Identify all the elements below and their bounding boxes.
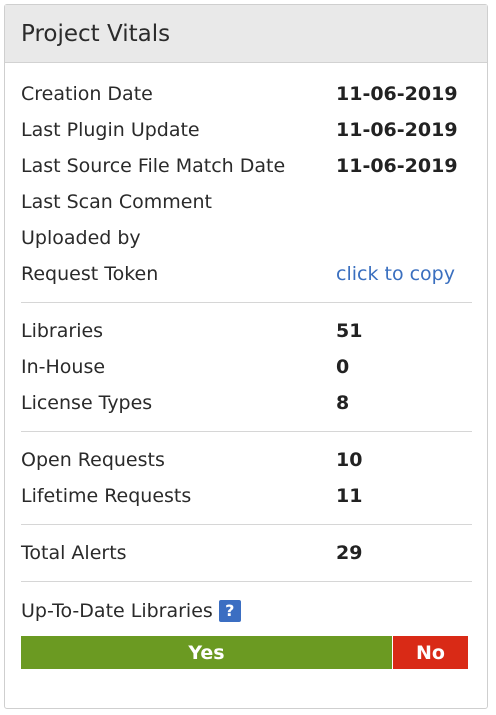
vital-row: Creation Date 11-06-2019 <box>21 76 472 112</box>
vital-value: 11 <box>336 485 363 507</box>
help-icon[interactable]: ? <box>218 600 241 622</box>
copy-token-link[interactable]: click to copy <box>336 263 455 285</box>
vital-value: 8 <box>336 392 350 414</box>
vital-value: 11-06-2019 <box>336 83 458 105</box>
panel-header: Project Vitals <box>5 5 487 63</box>
uptodate-yes-segment[interactable]: Yes <box>21 636 393 669</box>
uptodate-heading: Up-To-Date Libraries ? <box>21 596 472 626</box>
uptodate-no-segment[interactable]: No <box>393 636 468 669</box>
vital-row: Last Source File Match Date 11-06-2019 <box>21 148 472 184</box>
panel-title: Project Vitals <box>21 20 171 47</box>
vital-value: 0 <box>336 356 350 378</box>
vital-value: 11-06-2019 <box>336 119 458 141</box>
vital-label: Uploaded by <box>21 227 141 249</box>
vital-row: Libraries 51 <box>21 313 472 349</box>
vital-label: Last Source File Match Date <box>21 155 286 177</box>
vital-row: License Types 8 <box>21 385 472 421</box>
vital-label: In-House <box>21 356 106 378</box>
vital-label: Request Token <box>21 263 159 285</box>
uptodate-label: Up-To-Date Libraries <box>21 600 213 622</box>
vital-label: Last Plugin Update <box>21 119 200 141</box>
uptodate-section: Up-To-Date Libraries ? Yes No <box>21 582 472 669</box>
vital-row: Uploaded by <box>21 220 472 256</box>
vital-label: Libraries <box>21 320 104 342</box>
vital-value: 29 <box>336 542 363 564</box>
vital-row: Lifetime Requests 11 <box>21 478 472 514</box>
alerts-section: Total Alerts 29 <box>21 525 472 582</box>
vital-label: Total Alerts <box>21 542 127 564</box>
vital-value: 51 <box>336 320 363 342</box>
yes-label: Yes <box>188 641 225 664</box>
vital-label: Lifetime Requests <box>21 485 192 507</box>
vital-label: Creation Date <box>21 83 153 105</box>
no-label: No <box>416 641 445 664</box>
dates-section: Creation Date 11-06-2019 Last Plugin Upd… <box>21 63 472 303</box>
vital-row: In-House 0 <box>21 349 472 385</box>
vital-row: Open Requests 10 <box>21 442 472 478</box>
vital-label: Last Scan Comment <box>21 191 212 213</box>
project-vitals-panel: Project Vitals Creation Date 11-06-2019 … <box>4 4 488 709</box>
vital-value: 10 <box>336 449 363 471</box>
vital-row: Last Scan Comment <box>21 184 472 220</box>
vital-label: Open Requests <box>21 449 165 471</box>
uptodate-bar: Yes No <box>21 636 468 669</box>
vital-row: Last Plugin Update 11-06-2019 <box>21 112 472 148</box>
vital-value: 11-06-2019 <box>336 155 458 177</box>
vital-row: Request Token click to copy <box>21 256 472 292</box>
panel-body: Creation Date 11-06-2019 Last Plugin Upd… <box>5 63 487 669</box>
libraries-section: Libraries 51 In-House 0 License Types 8 <box>21 303 472 432</box>
requests-section: Open Requests 10 Lifetime Requests 11 <box>21 432 472 525</box>
vital-label: License Types <box>21 392 153 414</box>
vital-row: Total Alerts 29 <box>21 535 472 571</box>
